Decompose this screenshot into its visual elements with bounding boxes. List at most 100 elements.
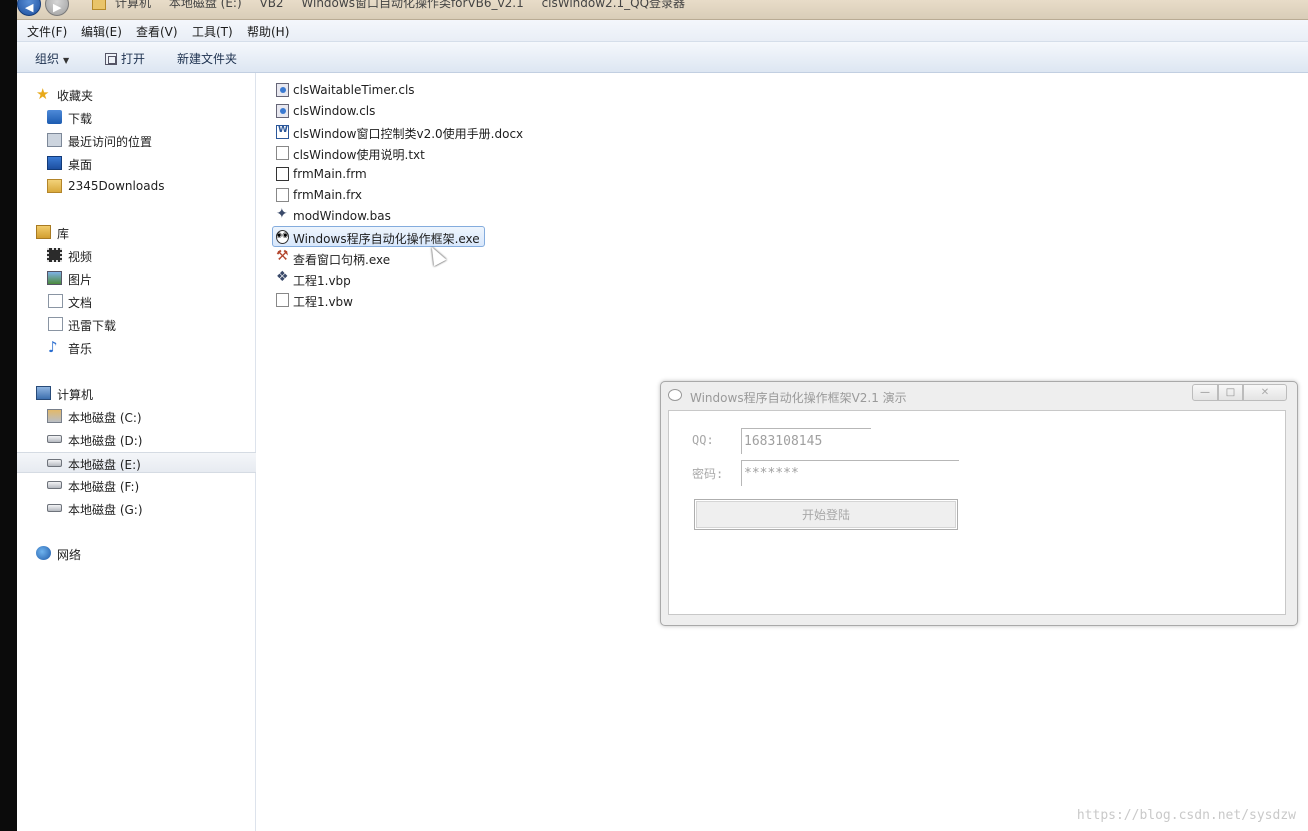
maximize-button[interactable]: □ xyxy=(1218,384,1243,401)
nav-drive-f[interactable]: 本地磁盘 (F:) xyxy=(17,475,256,496)
breadcrumb-item[interactable]: Windows窗口自动化操作类forVB6_v2.1 xyxy=(301,0,523,10)
nav-network[interactable]: 网络 xyxy=(17,543,256,564)
start-login-button[interactable]: 开始登陆 xyxy=(694,499,958,530)
close-button[interactable]: ✕ xyxy=(1243,384,1287,401)
file-item[interactable]: 工程1.vbw xyxy=(272,289,357,310)
forward-arrow-icon: ▶ xyxy=(53,1,62,14)
file-name: 工程1.vbp xyxy=(293,274,351,288)
breadcrumb-item[interactable]: VB2 xyxy=(259,0,283,10)
form-file-icon xyxy=(276,167,289,181)
nav-label: 本地磁盘 (C:) xyxy=(68,411,142,425)
video-icon xyxy=(47,248,62,262)
file-item[interactable]: clsWaitableTimer.cls xyxy=(272,79,417,100)
file-item[interactable]: clsWindow.cls xyxy=(272,100,377,121)
open-icon xyxy=(105,53,117,65)
hard-drive-icon xyxy=(47,481,62,489)
nav-desktop[interactable]: 桌面 xyxy=(17,153,256,174)
nav-label: 桌面 xyxy=(68,158,93,172)
file-item[interactable]: frmMain.frm xyxy=(272,163,372,184)
breadcrumb-item[interactable]: clsWindow2.1_QQ登录器 xyxy=(542,0,685,10)
library-icon xyxy=(36,225,51,239)
menu-view[interactable]: 查看(V) xyxy=(136,23,178,40)
back-button[interactable]: ◀ xyxy=(17,0,41,16)
nav-label: 文档 xyxy=(68,296,93,310)
desktop-icon xyxy=(47,156,62,170)
qq-number-input[interactable] xyxy=(741,428,871,454)
left-black-strip xyxy=(0,0,17,831)
qq-label: QQ: xyxy=(692,433,714,447)
network-globe-icon xyxy=(36,546,51,560)
dialog-titlebar[interactable]: Windows程序自动化操作框架V2.1 演示 — □ ✕ xyxy=(661,382,1297,410)
nav-label: 本地磁盘 (G:) xyxy=(68,503,143,517)
breadcrumb-item[interactable]: 本地磁盘 (E:) xyxy=(169,0,242,10)
file-item-selected[interactable]: Windows程序自动化操作框架.exe xyxy=(272,226,485,247)
file-item[interactable]: 查看窗口句柄.exe xyxy=(272,247,394,268)
vb-project-icon xyxy=(276,269,289,286)
menu-help[interactable]: 帮助(H) xyxy=(247,23,289,40)
password-label: 密码: xyxy=(692,467,724,481)
nav-drive-e[interactable]: 本地磁盘 (E:) xyxy=(17,452,256,473)
breadcrumb-item[interactable]: 计算机 xyxy=(115,0,151,10)
breadcrumb[interactable]: 计算机 本地磁盘 (E:) VB2 Windows窗口自动化操作类forVB6_… xyxy=(115,0,699,11)
computer-icon xyxy=(36,386,51,400)
menu-edit[interactable]: 编辑(E) xyxy=(81,23,122,40)
explorer-window: ◀ ▶ 计算机 本地磁盘 (E:) VB2 Windows窗口自动化操作类for… xyxy=(17,0,1308,831)
nav-documents[interactable]: 文档 xyxy=(17,291,256,312)
download-folder-icon xyxy=(47,110,62,124)
open-label: 打开 xyxy=(121,52,146,66)
file-name: frmMain.frm xyxy=(293,167,367,181)
nav-2345downloads[interactable]: 2345Downloads xyxy=(17,176,256,197)
nav-favorites[interactable]: ★ 收藏夹 xyxy=(17,84,256,105)
forward-button[interactable]: ▶ xyxy=(45,0,69,16)
nav-label: 下载 xyxy=(68,112,93,126)
nav-downloads[interactable]: 下载 xyxy=(17,107,256,128)
minimize-button[interactable]: — xyxy=(1192,384,1218,401)
hard-drive-icon xyxy=(47,435,62,443)
nav-drive-g[interactable]: 本地磁盘 (G:) xyxy=(17,498,256,519)
open-button[interactable]: 打开 xyxy=(105,50,145,67)
nav-label: 本地磁盘 (D:) xyxy=(68,434,143,448)
nav-music[interactable]: ♪ 音乐 xyxy=(17,337,256,358)
file-item[interactable]: clsWindow使用说明.txt xyxy=(272,142,427,163)
dialog-title: Windows程序自动化操作框架V2.1 演示 xyxy=(690,391,907,405)
nav-label: 库 xyxy=(57,227,70,241)
address-bar[interactable]: ◀ ▶ 计算机 本地磁盘 (E:) VB2 Windows窗口自动化操作类for… xyxy=(17,0,1308,20)
nav-label: 计算机 xyxy=(57,388,94,402)
nav-videos[interactable]: 视频 xyxy=(17,245,256,266)
nav-label: 收藏夹 xyxy=(57,89,94,103)
file-item[interactable]: 工程1.vbp xyxy=(272,268,357,289)
nav-recent[interactable]: 最近访问的位置 xyxy=(17,130,256,151)
nav-thunder-downloads[interactable]: 迅雷下载 xyxy=(17,314,256,335)
password-input[interactable] xyxy=(741,460,959,486)
window-controls: — □ ✕ xyxy=(1192,384,1287,402)
owl-app-icon xyxy=(668,389,682,401)
nav-drive-c[interactable]: 本地磁盘 (C:) xyxy=(17,406,256,427)
command-bar: 组织 ▼ 打开 新建文件夹 xyxy=(17,42,1308,73)
recent-places-icon xyxy=(47,133,62,147)
menu-file[interactable]: 文件(F) xyxy=(27,23,67,40)
nav-computer[interactable]: 计算机 xyxy=(17,383,256,404)
document-icon xyxy=(48,317,63,331)
dialog-client-area: QQ: 密码: 开始登陆 xyxy=(668,410,1286,615)
menu-bar: 文件(F) 编辑(E) 查看(V) 工具(T) 帮助(H) xyxy=(17,20,1308,42)
file-name: frmMain.frx xyxy=(293,188,363,202)
file-name: clsWindow.cls xyxy=(293,104,376,118)
nav-libraries[interactable]: 库 xyxy=(17,222,256,243)
navigation-pane: ★ 收藏夹 下载 最近访问的位置 桌面 2345Downloads 库 视频 图… xyxy=(17,73,256,831)
file-name: 查看窗口句柄.exe xyxy=(293,253,391,267)
file-item[interactable]: frmMain.frx xyxy=(272,184,372,205)
organize-label: 组织 xyxy=(35,52,60,66)
new-folder-button[interactable]: 新建文件夹 xyxy=(177,50,237,67)
organize-button[interactable]: 组织 ▼ xyxy=(35,50,69,67)
file-item[interactable]: clsWindow窗口控制类v2.0使用手册.docx xyxy=(272,121,523,142)
back-arrow-icon: ◀ xyxy=(25,1,34,14)
nav-drive-d[interactable]: 本地磁盘 (D:) xyxy=(17,429,256,450)
class-file-icon xyxy=(276,104,289,118)
nav-label: 迅雷下载 xyxy=(68,319,117,333)
file-name: modWindow.bas xyxy=(293,209,391,223)
nav-label: 音乐 xyxy=(68,342,93,356)
file-item[interactable]: modWindow.bas xyxy=(272,205,397,226)
nav-pictures[interactable]: 图片 xyxy=(17,268,256,289)
nav-label: 2345Downloads xyxy=(68,179,165,193)
menu-tools[interactable]: 工具(T) xyxy=(192,23,233,40)
